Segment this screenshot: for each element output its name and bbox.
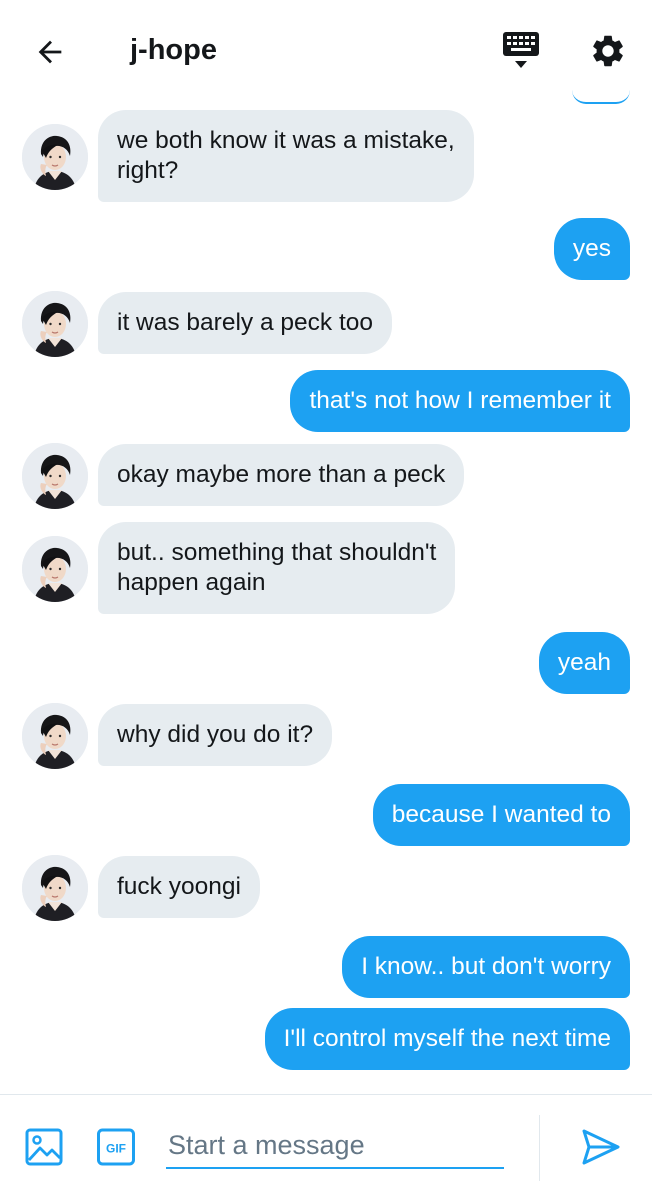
avatar[interactable] [22, 855, 88, 921]
add-gif-button[interactable]: GIF [96, 1127, 136, 1167]
arrow-left-icon [38, 40, 62, 64]
message-text-line: right? [117, 157, 179, 184]
conversation-header: j-hope [0, 0, 652, 104]
received-message-row: it was barely a peck too [0, 291, 652, 357]
received-message-row: we both know it was a mistake, right? [0, 110, 652, 204]
message-text-line: fuck yoongi [117, 873, 241, 900]
message-text-line: that's not how I remember it [309, 387, 611, 414]
send-button[interactable] [578, 1125, 624, 1171]
message-text-line: I'll control myself the next time [283, 1025, 611, 1052]
received-message-bubble[interactable]: but.. something that shouldn't happen aga… [98, 522, 456, 614]
message-composer: GIF [0, 1094, 652, 1200]
avatar[interactable] [22, 703, 88, 769]
dm-conversation-screen: j-hope we both know it was a mistake, rig… [0, 0, 652, 1200]
sent-message-row: I know.. but don't worry [0, 936, 652, 1000]
avatar[interactable] [22, 291, 88, 357]
gif-icon-label: GIF [106, 1142, 126, 1156]
message-text-line: but.. something that shouldn't [117, 539, 437, 566]
received-message-row: why did you do it? [0, 703, 652, 769]
message-text-line: we both know it was a mistake, [117, 127, 455, 154]
sent-message-bubble[interactable]: I know.. but don't worry [342, 936, 630, 998]
message-text-line: because I wanted to [391, 801, 611, 828]
back-button[interactable] [26, 28, 74, 76]
sent-message-bubble[interactable]: because I wanted to [372, 784, 630, 846]
message-text-line: it was barely a peck too [117, 309, 374, 336]
add-media-button[interactable] [24, 1127, 64, 1167]
composer-divider [539, 1115, 540, 1181]
gif-icon: GIF [97, 1128, 135, 1166]
sent-message-row: I'll control myself the next time [0, 1008, 652, 1072]
received-message-bubble[interactable]: okay maybe more than a peck [98, 444, 465, 506]
received-message-row: but.. something that shouldn't happen aga… [0, 522, 652, 616]
message-text-line: I know.. but don't worry [361, 953, 611, 980]
profile-photo-icon [22, 291, 88, 357]
message-text-line: yeah [557, 649, 611, 676]
image-icon [25, 1128, 63, 1166]
sent-message-row: because I wanted to [0, 784, 652, 848]
sent-message-row: that's not how I remember it [0, 370, 652, 434]
sent-message-bubble[interactable]: yeah [538, 632, 630, 694]
avatar[interactable] [22, 124, 88, 190]
sent-message-bubble[interactable]: I'll control myself the next time [264, 1008, 630, 1070]
received-message-row: fuck yoongi [0, 855, 652, 921]
profile-photo-icon [22, 124, 88, 190]
message-text-line: okay maybe more than a peck [117, 461, 446, 488]
received-message-bubble[interactable]: why did you do it? [98, 704, 333, 766]
profile-photo-icon [22, 443, 88, 509]
send-icon [582, 1129, 620, 1165]
profile-photo-icon [22, 855, 88, 921]
received-message-bubble[interactable]: fuck yoongi [98, 856, 260, 918]
message-thread[interactable]: we both know it was a mistake, right? yes i… [0, 100, 652, 1095]
profile-photo-icon [22, 703, 88, 769]
received-message-bubble[interactable]: it was barely a peck too [98, 292, 393, 354]
message-text-line: happen again [117, 569, 266, 596]
message-text-line: why did you do it? [117, 721, 314, 748]
keyboard-shortcuts-button[interactable] [498, 28, 544, 74]
sent-message-row: yeah [0, 632, 652, 696]
gear-icon [593, 35, 623, 67]
sent-message-row: yes [0, 218, 652, 282]
avatar[interactable] [22, 443, 88, 509]
received-message-bubble[interactable]: we both know it was a mistake, right? [98, 110, 474, 202]
settings-button[interactable] [585, 28, 631, 74]
sent-message-bubble[interactable]: that's not how I remember it [290, 370, 630, 432]
received-message-row: okay maybe more than a peck [0, 443, 652, 509]
conversation-title: j-hope [130, 34, 217, 66]
keyboard-icon [503, 32, 539, 68]
message-text-line: yes [572, 235, 611, 262]
profile-photo-icon [22, 536, 88, 602]
message-input[interactable] [166, 1123, 504, 1169]
sent-message-bubble[interactable]: yes [553, 218, 630, 280]
avatar[interactable] [22, 536, 88, 602]
